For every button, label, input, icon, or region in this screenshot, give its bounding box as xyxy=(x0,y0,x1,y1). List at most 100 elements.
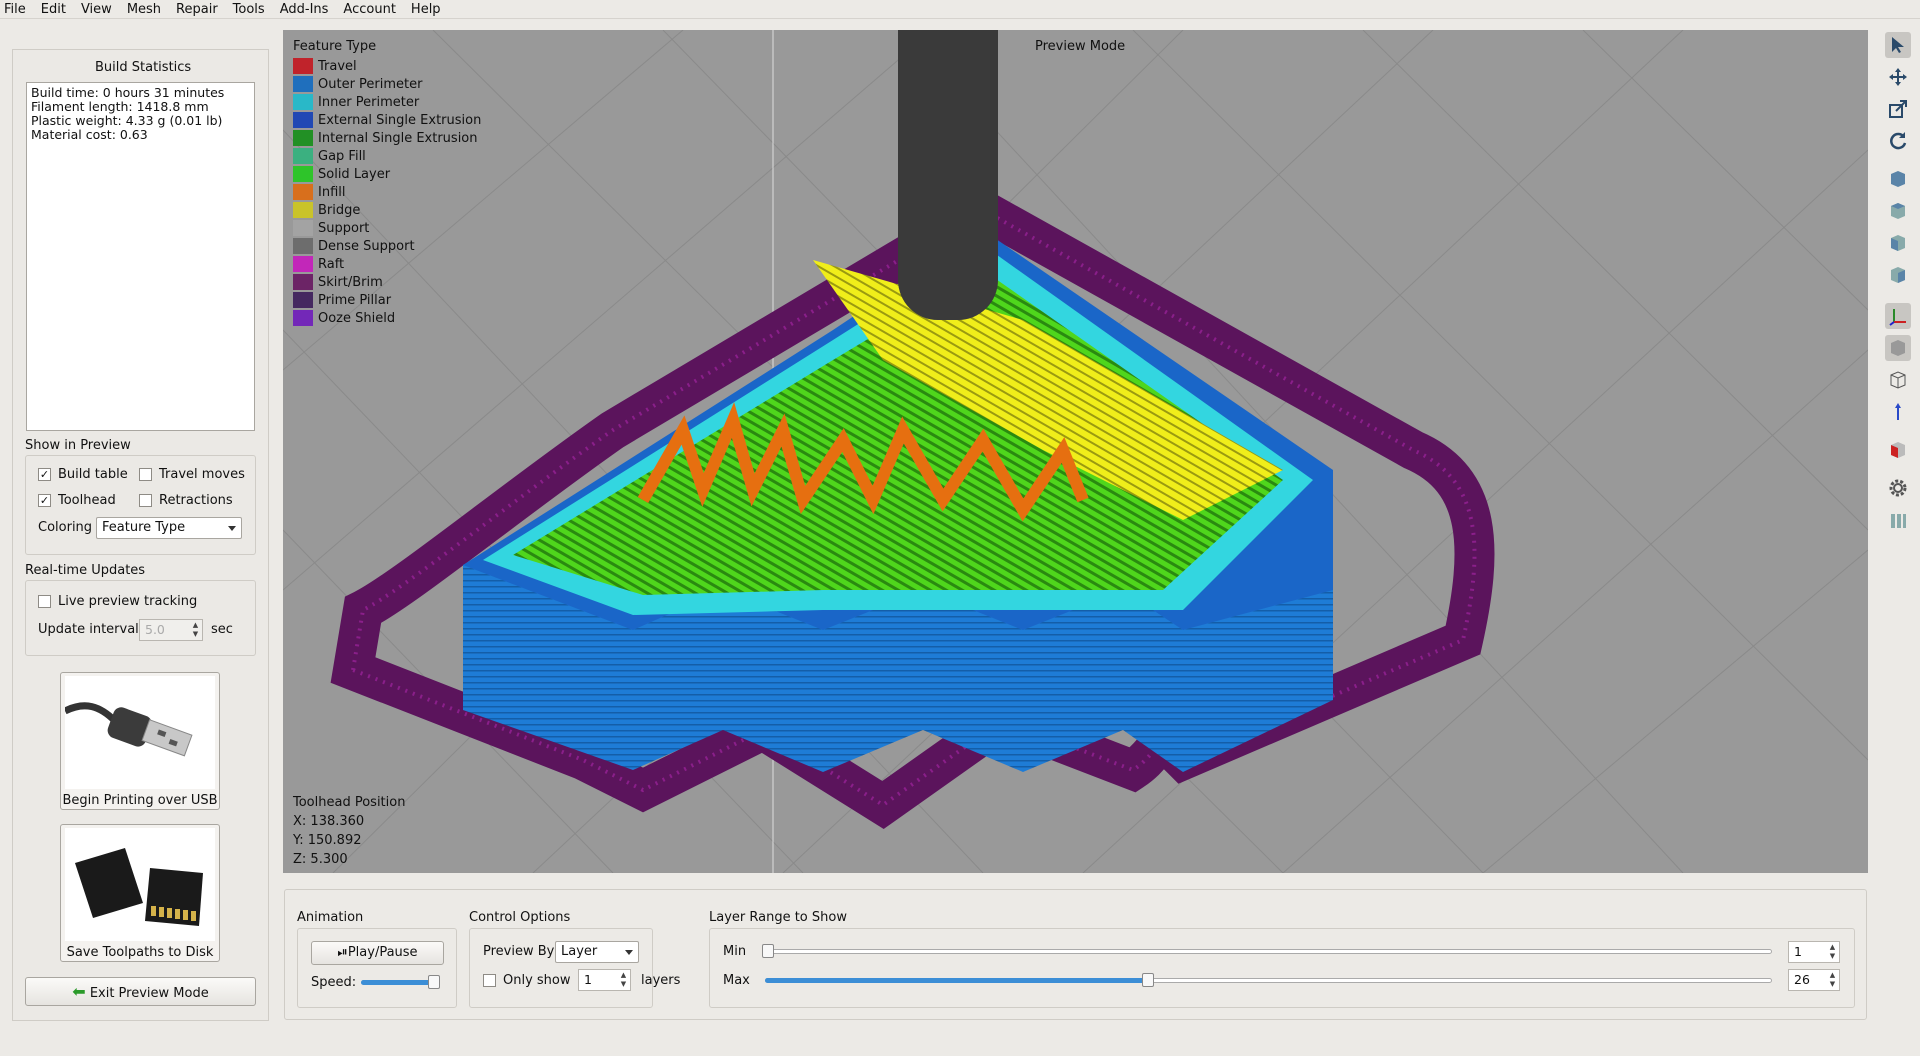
usb-print-button[interactable]: Begin Printing over USB xyxy=(60,672,220,810)
exit-preview-button[interactable]: ⬅ Exit Preview Mode xyxy=(25,977,256,1006)
coloring-select[interactable]: Feature Type xyxy=(96,517,242,539)
menu-item[interactable]: Tools xyxy=(233,2,265,17)
usb-cable-icon xyxy=(65,676,215,789)
legend-label: Internal Single Extrusion xyxy=(318,130,478,146)
speed-slider-fill xyxy=(361,980,433,985)
menu-item[interactable]: Edit xyxy=(41,2,66,17)
section-view-icon[interactable] xyxy=(1885,437,1911,463)
min-slider-handle[interactable] xyxy=(762,944,774,958)
stat-line: Material cost: 0.63 xyxy=(31,127,148,142)
legend-item: Gap Fill xyxy=(293,147,481,165)
legend-item: Prime Pillar xyxy=(293,291,481,309)
select-cursor-icon[interactable] xyxy=(1885,32,1911,58)
layer-range-title: Layer Range to Show xyxy=(709,910,847,925)
solid-view-icon[interactable] xyxy=(1885,335,1911,361)
rotate-icon[interactable] xyxy=(1885,128,1911,154)
right-toolbar xyxy=(1879,30,1917,530)
move-icon[interactable] xyxy=(1885,64,1911,90)
preview-controls-panel: Animation ⏯Play/Pause Speed: Control Opt… xyxy=(284,889,1867,1020)
save-toolpaths-label: Save Toolpaths to Disk xyxy=(66,945,214,960)
gear-icon[interactable] xyxy=(1885,475,1911,501)
update-interval-input[interactable]: 5.0 ▲ ▼ xyxy=(139,619,203,641)
toolhead-x: X: 138.360 xyxy=(293,814,365,829)
stat-line: Plastic weight: 4.33 g (0.01 lb) xyxy=(31,113,223,128)
legend-item: Dense Support xyxy=(293,237,481,255)
max-slider-handle[interactable] xyxy=(1141,973,1154,987)
menu-item[interactable]: Add-Ins xyxy=(280,2,329,17)
toolhead-checkbox[interactable]: ✓ Toolhead xyxy=(38,493,116,508)
interval-value: 5.0 xyxy=(145,622,165,637)
legend-swatch xyxy=(293,220,313,236)
stat-line: Build time: 0 hours 31 minutes xyxy=(31,85,225,100)
coloring-label: Coloring xyxy=(38,520,93,535)
show-in-preview-group: ✓ Build table Travel moves ✓ Toolhead Retr… xyxy=(25,455,256,555)
legend-title: Feature Type xyxy=(293,39,377,54)
legend-swatch xyxy=(293,58,313,74)
legend-swatch xyxy=(293,202,313,218)
travel-moves-checkbox[interactable]: Travel moves xyxy=(139,467,245,482)
min-layer-input[interactable]: 1 ▲ ▼ xyxy=(1788,941,1840,963)
speed-slider-handle[interactable] xyxy=(428,975,440,989)
sd-card-icon xyxy=(65,828,215,941)
spin-down-icon: ▼ xyxy=(1829,952,1836,960)
3d-viewport[interactable]: Feature Type Travel Outer Perimeter Inner … xyxy=(283,30,1868,873)
save-toolpaths-button[interactable]: Save Toolpaths to Disk xyxy=(60,824,220,962)
control-options-title: Control Options xyxy=(469,910,571,925)
legend-label: Gap Fill xyxy=(318,148,366,164)
supports-icon[interactable] xyxy=(1885,507,1911,533)
checkbox-box xyxy=(139,494,152,507)
check-icon: ✓ xyxy=(38,468,51,481)
legend-label: Skirt/Brim xyxy=(318,274,383,290)
legend-item: Skirt/Brim xyxy=(293,273,481,291)
left-view-icon[interactable] xyxy=(1885,230,1911,256)
build-statistics-box: Build time: 0 hours 31 minutes Filament l… xyxy=(26,82,255,431)
legend-swatch xyxy=(293,148,313,164)
play-pause-label: Play/Pause xyxy=(347,945,418,960)
viewport-scene xyxy=(283,30,1868,873)
legend-label: Travel xyxy=(318,58,357,74)
legend-item: Solid Layer xyxy=(293,165,481,183)
legend-item: Support xyxy=(293,219,481,237)
layer-range-group: Min 1 ▲ ▼ Max 26 ▲ ▼ xyxy=(709,928,1855,1008)
checkbox-box xyxy=(38,595,51,608)
play-pause-button[interactable]: ⏯Play/Pause xyxy=(311,941,444,965)
menu-item[interactable]: Mesh xyxy=(127,2,161,17)
spin-up-icon: ▲ xyxy=(192,621,199,629)
chevron-down-icon xyxy=(228,526,236,531)
legend-item: Outer Perimeter xyxy=(293,75,481,93)
only-show-input[interactable]: 1 ▲ ▼ xyxy=(578,969,631,991)
front-view-icon[interactable] xyxy=(1885,166,1911,192)
only-show-checkbox[interactable]: Only show xyxy=(483,973,571,988)
retractions-checkbox[interactable]: Retractions xyxy=(139,493,233,508)
realtime-updates-group: Live preview tracking Update interval 5.… xyxy=(25,580,256,656)
layers-label: layers xyxy=(641,973,681,988)
legend-item: Raft xyxy=(293,255,481,273)
axes-icon[interactable] xyxy=(1885,303,1911,329)
preview-by-select[interactable]: Layer xyxy=(555,941,639,963)
live-tracking-checkbox[interactable]: Live preview tracking xyxy=(38,594,197,609)
menu-item[interactable]: Help xyxy=(411,2,441,17)
min-slider-track[interactable] xyxy=(765,949,1772,954)
menu-item[interactable]: View xyxy=(81,2,112,17)
scale-icon[interactable] xyxy=(1885,96,1911,122)
wireframe-icon[interactable] xyxy=(1885,367,1911,393)
preview-by-value: Layer xyxy=(561,944,598,959)
menu-item[interactable]: Repair xyxy=(176,2,218,17)
top-view-icon[interactable] xyxy=(1885,198,1911,224)
menu-item[interactable]: Account xyxy=(343,2,396,17)
legend-label: Outer Perimeter xyxy=(318,76,423,92)
z-axis-icon[interactable] xyxy=(1885,399,1911,425)
spin-up-icon: ▲ xyxy=(1829,943,1836,951)
build-table-checkbox[interactable]: ✓ Build table xyxy=(38,467,128,482)
menu-bar: File Edit View Mesh Repair Tools Add-Ins Accoun… xyxy=(0,0,1920,19)
min-label: Min xyxy=(723,944,747,959)
only-show-value: 1 xyxy=(584,972,592,987)
legend-item: Inner Perimeter xyxy=(293,93,481,111)
menu-item[interactable]: File xyxy=(4,2,26,17)
max-layer-input[interactable]: 26 ▲ ▼ xyxy=(1788,969,1840,991)
right-view-icon[interactable] xyxy=(1885,262,1911,288)
legend-label: Raft xyxy=(318,256,345,272)
legend-swatch xyxy=(293,184,313,200)
legend-label: Solid Layer xyxy=(318,166,391,182)
legend-label: Dense Support xyxy=(318,238,415,254)
